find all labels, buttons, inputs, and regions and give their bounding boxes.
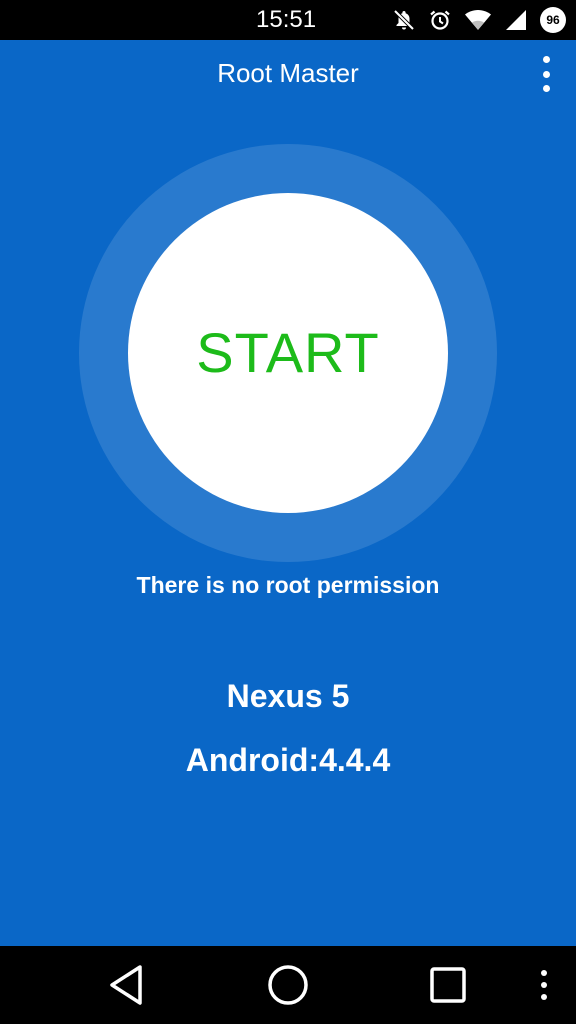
status-time: 15:51: [256, 6, 317, 33]
home-button[interactable]: [263, 960, 313, 1010]
status-bar: 15:51 96: [0, 0, 576, 40]
notifications-off-icon: [392, 8, 416, 32]
menu-icon: [541, 970, 547, 1000]
menu-dot: [542, 56, 550, 63]
device-name: Nexus 5: [226, 678, 350, 714]
alarm-icon: [428, 8, 452, 32]
menu-dot: [542, 85, 550, 92]
battery-icon: 96: [540, 7, 566, 33]
root-status-text: There is no root permission: [136, 572, 440, 598]
app-bar: Root Master: [0, 40, 576, 108]
home-icon: [268, 965, 308, 1005]
signal-icon: [504, 8, 528, 32]
navigation-bar: [0, 946, 576, 1024]
back-button[interactable]: [101, 960, 151, 1010]
start-label: START: [196, 321, 380, 384]
recents-icon: [430, 967, 466, 1003]
app-title: Root Master: [217, 58, 359, 88]
status-icons: 96: [392, 6, 566, 34]
back-icon: [110, 965, 142, 1005]
menu-dot: [542, 70, 550, 78]
screen: 15:51 96 Root Master START There is no r…: [0, 0, 576, 1024]
wifi-icon: [464, 8, 492, 32]
start-button[interactable]: START: [128, 193, 448, 513]
android-version: Android:4.4.4: [185, 742, 391, 778]
overflow-menu-icon[interactable]: [536, 54, 556, 94]
nav-menu-button[interactable]: [530, 960, 558, 1010]
recents-button[interactable]: [423, 960, 473, 1010]
